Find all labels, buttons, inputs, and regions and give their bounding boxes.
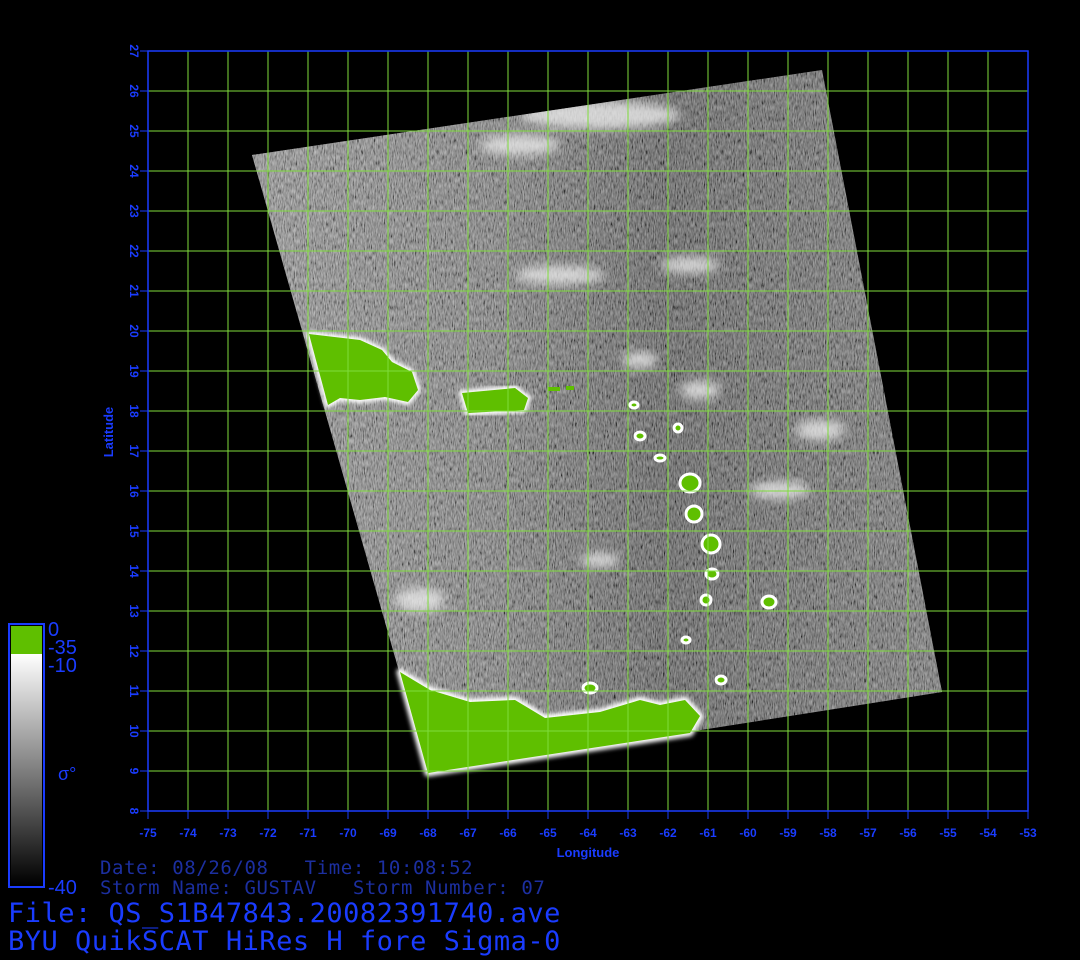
x-axis-label: Longitude (557, 845, 620, 860)
storm-info-text: Storm Name: GUSTAV Storm Number: 07 (100, 877, 546, 899)
lat-tick-label: 15 (127, 524, 141, 538)
lat-tick-label: 8 (127, 808, 141, 815)
product-title-text: BYU QuikSCAT HiRes H fore Sigma-0 (8, 926, 561, 957)
lat-tick-label: 11 (127, 685, 141, 698)
lon-tick-label: -70 (339, 826, 357, 840)
colorbar-land-swatch (11, 626, 42, 654)
lon-tick-label: -71 (299, 826, 317, 840)
lat-tick-label: 20 (127, 324, 141, 338)
lon-tick-label: -59 (779, 826, 797, 840)
colorbar: 0 -35 -10 σ° -40 (8, 619, 77, 899)
lat-tick-label: 16 (127, 484, 141, 498)
lon-tick-label: -65 (539, 826, 557, 840)
lat-tick-label: 13 (127, 604, 141, 618)
lat-tick-label: 27 (127, 44, 141, 58)
lon-tick-label: -61 (699, 826, 717, 840)
date-time-text: Date: 08/26/08 Time: 10:08:52 (100, 857, 474, 879)
lon-tick-label: -55 (939, 826, 957, 840)
lon-tick-label: -63 (619, 826, 637, 840)
lat-tick-label: 19 (127, 364, 141, 378)
lat-tick-label: 10 (127, 724, 141, 738)
lat-tick-label: 9 (127, 768, 141, 775)
lat-tick-label: 23 (127, 204, 141, 218)
lat-tick-label: 17 (127, 444, 141, 458)
lon-tick-label: -69 (379, 826, 397, 840)
lon-tick-label: -57 (859, 826, 877, 840)
scatterometer-map: -75 -74 -73 -72 -71 -70 -69 -68 -67 -66 -65 -64 -63 -… (8, 44, 1037, 899)
lon-tick-label: -64 (579, 826, 597, 840)
lon-tick-label: -53 (1019, 826, 1037, 840)
lon-tick-label: -56 (899, 826, 917, 840)
lat-tick-label: 24 (127, 164, 141, 178)
lat-tick-label: 25 (127, 124, 141, 138)
lat-tick-label: 26 (127, 84, 141, 98)
lon-tick-label: -60 (739, 826, 757, 840)
lat-tick-label: 21 (127, 284, 141, 298)
lat-tick-label: 22 (127, 244, 141, 258)
lon-tick-label: -62 (659, 826, 677, 840)
colorbar-label-upper: -10 (48, 655, 77, 677)
colorbar-gradient (11, 654, 42, 885)
lon-tick-label: -74 (179, 826, 197, 840)
lon-tick-label: -75 (139, 826, 157, 840)
y-axis-label: Latitude (101, 407, 116, 458)
lon-tick-label: -67 (459, 826, 477, 840)
lon-tick-label: -58 (819, 826, 837, 840)
colorbar-symbol: σ° (58, 764, 76, 784)
latitude-tick-labels: 8 9 10 11 12 13 14 15 16 17 18 19 20 21 22 23 24 25 26 27 (127, 44, 148, 815)
lon-tick-label: -66 (499, 826, 517, 840)
lat-tick-label: 18 (127, 404, 141, 418)
file-name-text: File: QS_S1B47843.20082391740.ave (8, 898, 561, 929)
colorbar-label-bottom: -40 (48, 877, 77, 899)
longitude-tick-labels: -75 -74 -73 -72 -71 -70 -69 -68 -67 -66 -65 -64 -63 -… (139, 811, 1037, 840)
lon-tick-label: -73 (219, 826, 237, 840)
lat-tick-label: 12 (127, 644, 141, 658)
lon-tick-label: -72 (259, 826, 277, 840)
lat-tick-label: 14 (127, 564, 141, 578)
lon-tick-label: -68 (419, 826, 437, 840)
lon-tick-label: -54 (979, 826, 997, 840)
